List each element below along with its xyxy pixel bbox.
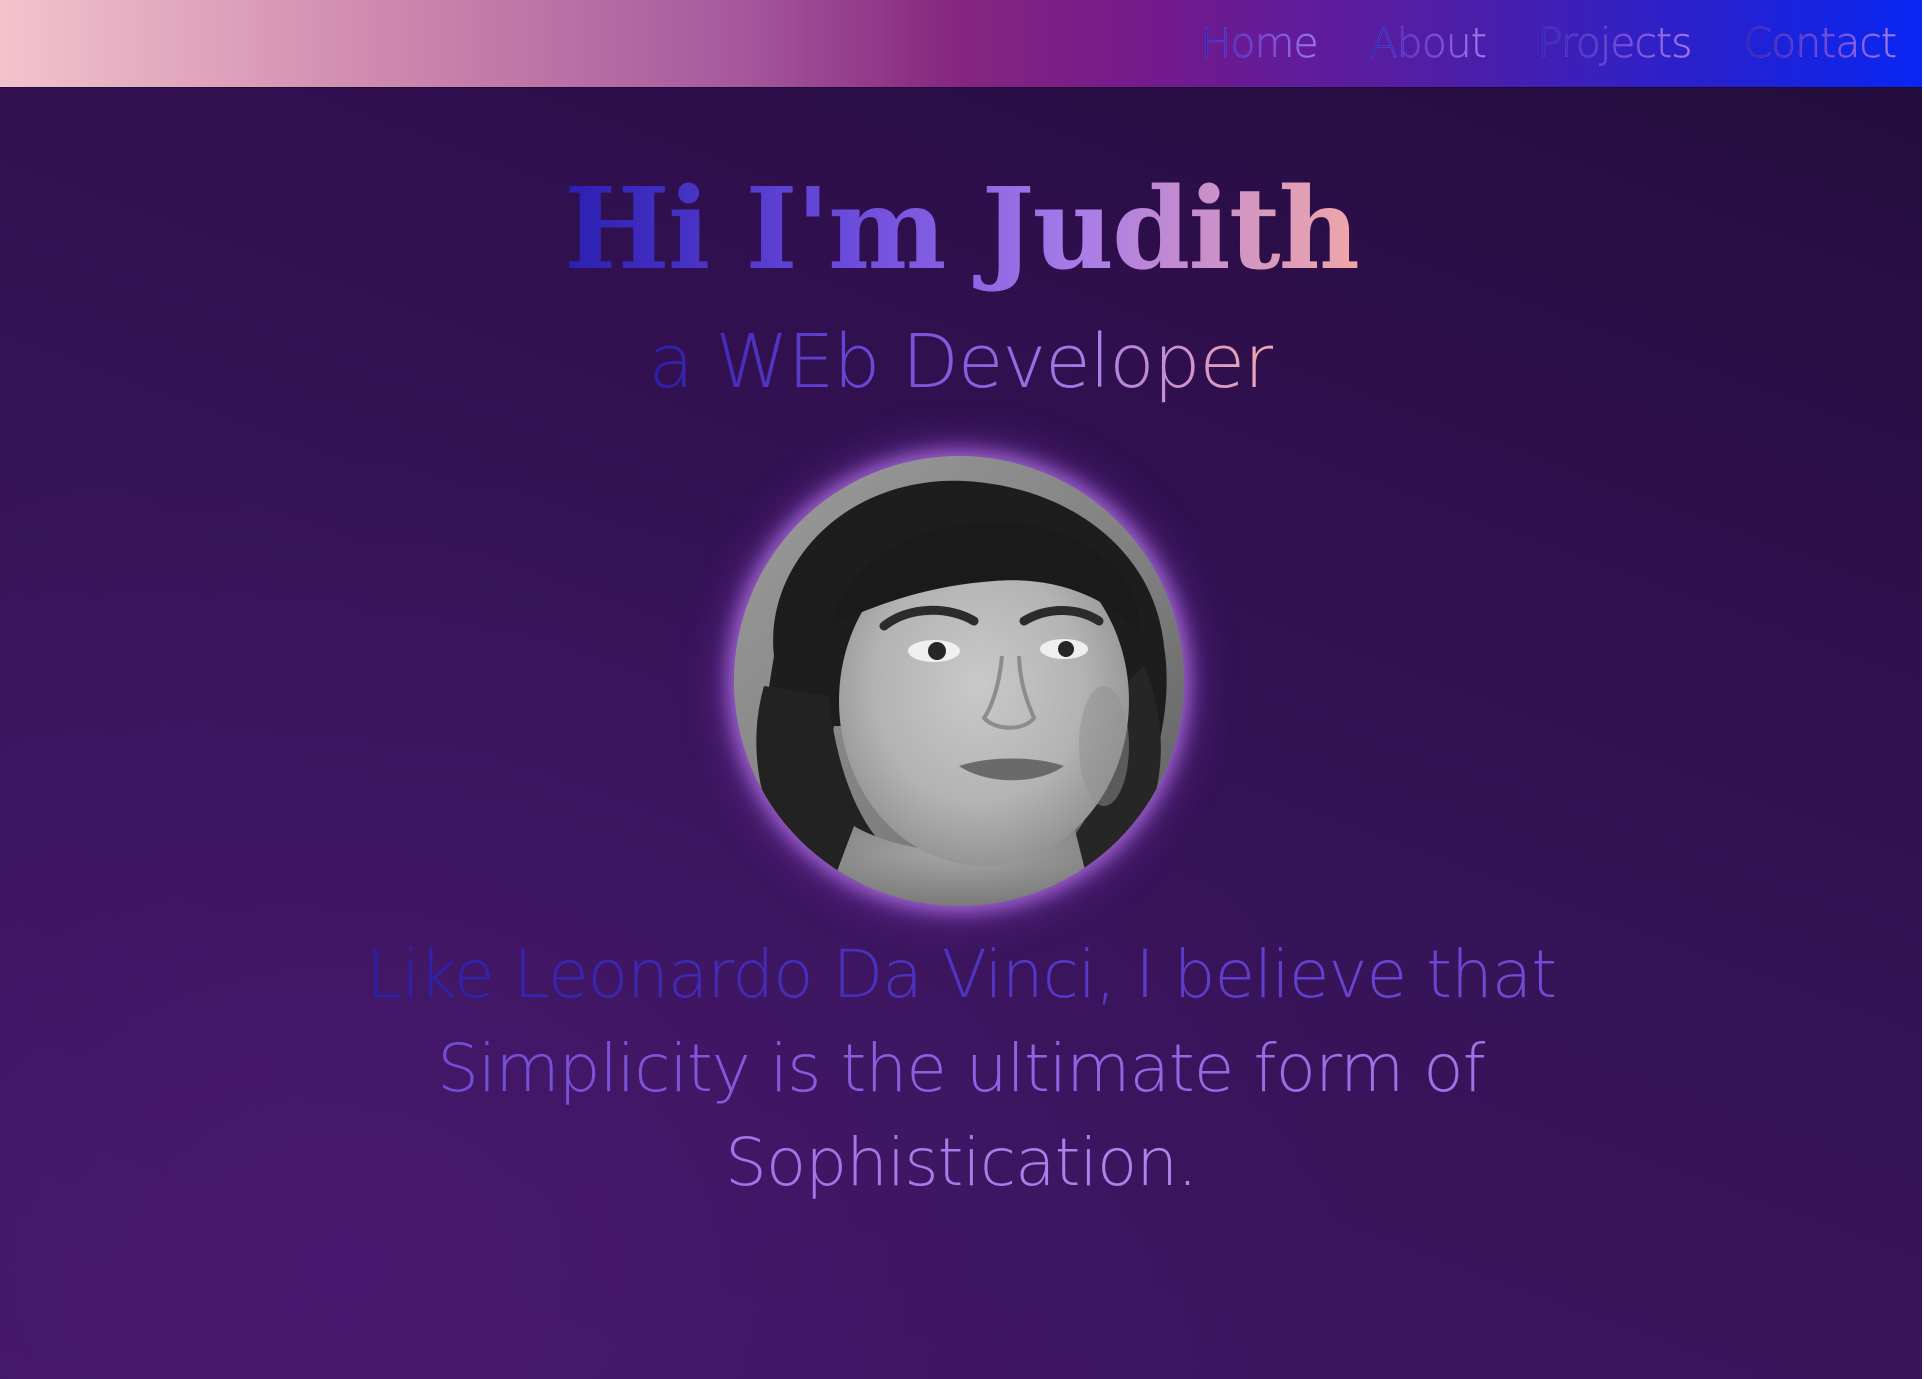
nav-link-contact[interactable]: Contact — [1743, 19, 1897, 67]
top-navbar: Home About Projects Contact — [0, 0, 1922, 87]
hero-title-text: Hi I'm Judith — [564, 164, 1360, 295]
hero-title: Hi I'm Judith — [0, 168, 1922, 291]
avatar — [734, 456, 1184, 906]
nav-item-projects: Projects — [1538, 22, 1693, 64]
nav-link-projects[interactable]: Projects — [1538, 19, 1693, 67]
profile-photo-icon — [734, 456, 1184, 906]
nav-link-about[interactable]: About — [1369, 19, 1487, 67]
page: Home About Projects Contact Hi I'm Judit… — [0, 0, 1924, 1379]
quote-text: Like Leonardo Da Vinci, I believe that S… — [365, 936, 1557, 1201]
hero-subtitle: a WEb Developer — [0, 319, 1922, 405]
hero-subtitle-text: a WEb Developer — [648, 319, 1275, 405]
nav-item-home: Home — [1200, 22, 1318, 64]
nav-link-home[interactable]: Home — [1200, 19, 1318, 67]
page-background: Home About Projects Contact Hi I'm Judit… — [0, 0, 1922, 1379]
nav-item-contact: Contact — [1743, 22, 1897, 64]
nav-menu: Home About Projects Contact — [1200, 0, 1897, 87]
nav-item-about: About — [1369, 22, 1487, 64]
quote: Like Leonardo Da Vinci, I believe that S… — [360, 928, 1562, 1210]
